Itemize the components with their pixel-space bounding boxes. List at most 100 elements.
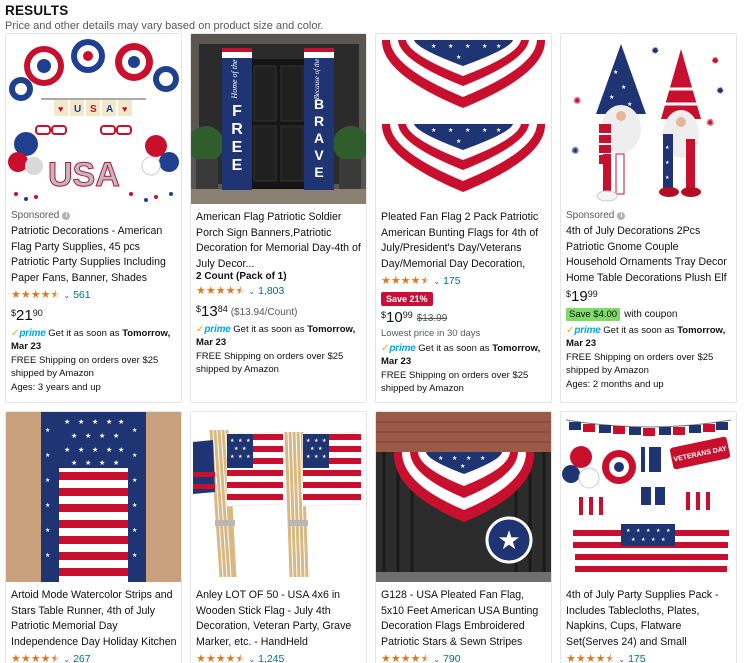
- review-count[interactable]: 790: [443, 653, 461, 663]
- banner-left-text: Home of the: [230, 59, 239, 100]
- product-image[interactable]: Home of the F R E E Because of the B R A…: [191, 34, 366, 204]
- lowest-price-note: Lowest price in 30 days: [381, 328, 481, 339]
- rating-row[interactable]: ★ ★ ★ ★ ★ ⌄ 1,245: [196, 652, 362, 663]
- price-whole: 19: [571, 288, 588, 305]
- product-image[interactable]: ★ ★ ★ ★ ★ ★ ★ ★ ★ ★ ★ ★ ★ ★ ★ ★ ★ ★ ★ ★ ★ ★ ★ ★ ★ ★ ★ ★ ★ ★: [6, 412, 181, 582]
- product-card[interactable]: ✺ ✹ ✺ ✹ ✺ ✹ ★ ★ ★ ★ ★ ★ ★ Sponsored i 4th: [560, 33, 737, 403]
- svg-text:★: ★: [306, 454, 311, 460]
- rating-row[interactable]: ★ ★ ★ ★ ★ ⌄ 175: [381, 274, 547, 288]
- product-image[interactable]: ✺ ✹ ✺ ✹ ✺ ✹ ★ ★ ★ ★ ★ ★ ★: [561, 34, 736, 204]
- review-count[interactable]: 175: [628, 653, 646, 663]
- product-title[interactable]: 4th of July Party Supplies Pack - Includ…: [566, 588, 732, 650]
- product-image[interactable]: ♥ U S A ♥ USA: [6, 34, 181, 204]
- review-count[interactable]: 267: [73, 653, 91, 663]
- chevron-down-icon[interactable]: ⌄: [433, 277, 440, 286]
- deal-badge: Save 21%: [381, 292, 433, 306]
- product-card[interactable]: ★ ★ ★ ★ ★ ★ ★ ★ ★ ★ ★ ★ Pleated Fan Flag 2 Pack Pa…: [375, 33, 552, 403]
- shipping-info: FREE Shipping on orders over $25 shipped…: [196, 351, 344, 375]
- delivery-info: ✓prime Get it as soon as Tomorrow, Mar 2…: [11, 327, 177, 353]
- pleated-fan-flags-image: ★ ★ ★ ★ ★★ ★ ★ ★ ★ ★★: [376, 34, 551, 204]
- svg-text:★: ★: [306, 438, 311, 444]
- star-icon: ★: [225, 284, 236, 297]
- price-whole: 10: [386, 309, 403, 326]
- product-title[interactable]: Patriotic Decorations - American Flag Pa…: [11, 224, 177, 286]
- svg-text:★: ★: [482, 127, 487, 134]
- chevron-down-icon[interactable]: ⌄: [63, 291, 70, 300]
- star-icon: ★: [215, 284, 226, 297]
- delivery-prefix: Get it as soon as: [603, 325, 675, 336]
- svg-text:★: ★: [230, 454, 235, 460]
- star-rating[interactable]: ★ ★ ★ ★ ★: [11, 288, 61, 301]
- review-count[interactable]: 175: [443, 275, 461, 287]
- rating-row[interactable]: ★ ★ ★ ★ ★ ⌄ 1,803: [196, 284, 362, 298]
- star-icon: ★: [400, 652, 411, 663]
- price[interactable]: $ 21 90: [11, 308, 177, 324]
- svg-text:★: ★: [496, 43, 501, 50]
- delivery-info: ✓prime Get it as soon as Tomorrow, Mar 2…: [566, 324, 732, 350]
- sponsored-text: Sponsored: [566, 210, 615, 221]
- rating-row[interactable]: ★ ★ ★ ★ ★ ⌄ 561: [11, 288, 177, 302]
- product-card[interactable]: VETERANS DAY ★ ★ ★ ★ ★ ★ ★ ★ ★ 4th of July Party…: [560, 411, 737, 663]
- price[interactable]: $ 10 99 $13.99: [381, 310, 547, 326]
- svg-text:♥: ♥: [58, 104, 63, 114]
- product-image[interactable]: ★ ★ ★ ★ ★ ★: [376, 412, 551, 582]
- svg-text:★: ★: [431, 127, 436, 134]
- sponsored-label[interactable]: Sponsored i: [11, 210, 177, 221]
- sponsored-label[interactable]: Sponsored i: [566, 210, 732, 221]
- chevron-down-icon[interactable]: ⌄: [248, 655, 255, 663]
- product-image[interactable]: VETERANS DAY ★ ★ ★ ★ ★ ★ ★ ★ ★: [561, 412, 736, 582]
- svg-text:★: ★: [314, 438, 319, 444]
- review-count[interactable]: 561: [73, 289, 91, 301]
- chevron-down-icon[interactable]: ⌄: [433, 655, 440, 663]
- chevron-down-icon[interactable]: ⌄: [618, 655, 625, 663]
- info-icon[interactable]: i: [62, 211, 71, 220]
- product-card[interactable]: Home of the F R E E Because of the B R A…: [190, 33, 367, 403]
- price[interactable]: $ 19 99: [566, 289, 732, 305]
- review-count[interactable]: 1,803: [258, 285, 284, 297]
- star-icon: ★: [196, 652, 206, 663]
- star-rating[interactable]: ★ ★ ★ ★ ★: [11, 653, 60, 663]
- star-rating[interactable]: ★ ★ ★ ★ ★: [381, 275, 430, 287]
- product-title[interactable]: Anley LOT OF 50 - USA 4x6 in Wooden Stic…: [196, 588, 362, 650]
- fan-flag-on-fence-image: ★ ★ ★ ★★ ★: [376, 412, 551, 582]
- product-title[interactable]: Artoid Mode Watercolor Strips and Stars …: [11, 588, 177, 650]
- banner-left-letter: F: [232, 103, 242, 120]
- rating-row[interactable]: ★ ★ ★ ★ ★ ⌄ 175: [566, 652, 732, 663]
- svg-text:★: ★: [626, 528, 631, 534]
- product-card[interactable]: ★ ★ ★ ★ ★ ★ ★ ★ ★ ★ ★ ★ ★ ★ ★ ★ Anley LOT OF 50 - USA …: [190, 411, 367, 663]
- coupon-row[interactable]: Save $4.00 with coupon: [566, 308, 732, 321]
- count-pack: 2 Count (Pack of 1): [196, 271, 287, 282]
- svg-text:★: ★: [118, 418, 124, 426]
- results-title: RESULTS: [5, 3, 69, 18]
- svg-text:★: ★: [496, 127, 501, 134]
- star-rating[interactable]: ★ ★ ★ ★ ★: [196, 652, 246, 663]
- svg-text:★: ★: [318, 446, 323, 452]
- review-count[interactable]: 1,245: [258, 653, 284, 663]
- product-title[interactable]: American Flag Patriotic Soldier Porch Si…: [196, 210, 362, 272]
- product-image[interactable]: ★ ★ ★ ★ ★ ★ ★ ★ ★ ★ ★ ★ ★ ★ ★ ★: [191, 412, 366, 582]
- rating-row[interactable]: ★ ★ ★ ★ ★ ⌄ 267: [11, 652, 177, 663]
- chevron-down-icon[interactable]: ⌄: [248, 287, 255, 296]
- coupon-badge[interactable]: Save $4.00: [566, 308, 621, 321]
- half-star-icon: ★: [50, 288, 61, 301]
- star-rating[interactable]: ★ ★ ★ ★ ★: [566, 652, 615, 663]
- chevron-down-icon[interactable]: ⌄: [63, 655, 70, 663]
- star-rating[interactable]: ★ ★ ★ ★ ★: [381, 652, 430, 663]
- product-card[interactable]: ♥ U S A ♥ USA Sponsored i Patriotic Deco…: [5, 33, 182, 403]
- svg-text:★: ★: [636, 528, 641, 534]
- product-title[interactable]: G128 - USA Pleated Fan Flag, 5x10 Feet A…: [381, 588, 547, 650]
- star-rating[interactable]: ★ ★ ★ ★ ★: [196, 284, 245, 297]
- product-image[interactable]: ★ ★ ★ ★ ★ ★ ★ ★ ★ ★ ★ ★: [376, 34, 551, 204]
- svg-text:✺: ✺: [573, 96, 581, 107]
- star-icon: ★: [585, 652, 596, 663]
- product-title[interactable]: 4th of July Decorations 2Pcs Patriotic G…: [566, 224, 732, 286]
- product-title[interactable]: Pleated Fan Flag 2 Pack Patriotic Americ…: [381, 210, 547, 272]
- banner-right-text: Because of the: [313, 59, 321, 100]
- star-icon: ★: [11, 288, 21, 301]
- half-star-icon: ★: [235, 652, 246, 663]
- rating-row[interactable]: ★ ★ ★ ★ ★ ⌄ 790: [381, 652, 547, 663]
- product-card[interactable]: ★ ★ ★ ★ ★ ★ ★ ★ ★ ★ ★ ★ ★ ★ ★ ★ ★ ★ ★ ★ ★ ★ ★ ★ ★ ★ ★ ★ ★ ★ Arto…: [5, 411, 182, 663]
- info-icon[interactable]: i: [617, 211, 626, 220]
- price[interactable]: $ 13 84 ($13.94/Count): [196, 304, 362, 320]
- product-card[interactable]: ★ ★ ★ ★ ★ ★ G128 - USA Pleated Fan Flag, 5x1…: [375, 411, 552, 663]
